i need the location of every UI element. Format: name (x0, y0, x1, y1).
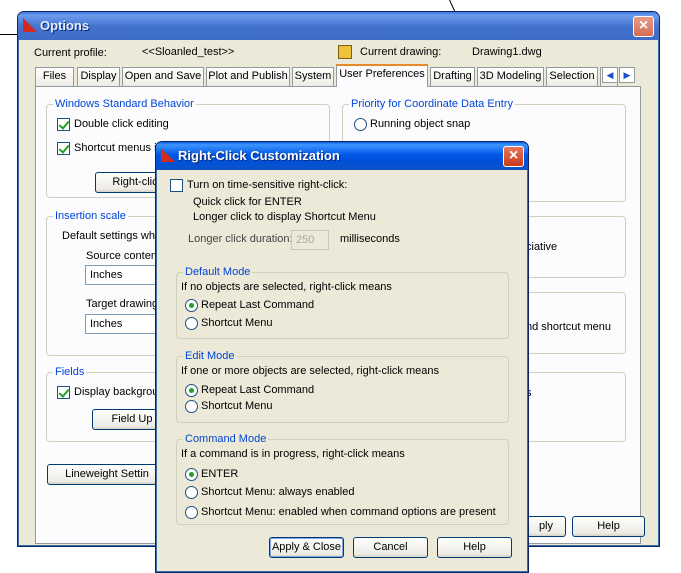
double-click-checkbox[interactable] (57, 118, 70, 131)
rcc-titlebar[interactable]: Right-Click Customization × (156, 142, 528, 170)
command-always-label: Shortcut Menu: always enabled (201, 486, 355, 498)
options-close-button[interactable]: × (633, 16, 654, 37)
autocad-app-icon (161, 148, 175, 162)
tab-3d-modeling[interactable]: 3D Modeling (477, 67, 544, 86)
running-snap-label: Running object snap (370, 118, 471, 130)
edit-mode-title: Edit Mode (183, 350, 237, 362)
display-background-checkbox[interactable] (57, 386, 70, 399)
edit-repeat-radio[interactable] (185, 384, 198, 397)
shortcut-menus-checkbox[interactable] (57, 142, 70, 155)
default-mode-desc: If no objects are selected, right-click … (181, 281, 392, 293)
arrow-right-icon: ▶ (623, 70, 631, 80)
rcc-title: Right-Click Customization (178, 148, 340, 163)
arrow-left-icon: ◀ (606, 70, 614, 80)
shortcut-menu-partial-label: nd shortcut menu (526, 321, 611, 333)
default-repeat-radio[interactable] (185, 299, 198, 312)
rcc-help-button[interactable]: Help (437, 537, 512, 558)
drawing-icon (338, 45, 352, 59)
tab-system[interactable]: System (292, 67, 334, 86)
time-sensitive-checkbox[interactable] (170, 179, 183, 192)
rcc-close-button[interactable]: × (503, 146, 524, 167)
tab-scroll-left-button[interactable]: ◀ (602, 67, 618, 83)
edit-shortcut-radio[interactable] (185, 400, 198, 413)
longer-click-label: Longer click to display Shortcut Menu (193, 211, 376, 223)
edit-shortcut-label: Shortcut Menu (201, 400, 273, 412)
tab-drafting[interactable]: Drafting (430, 67, 475, 86)
apply-close-button[interactable]: Apply & Close (269, 537, 344, 558)
tab-files[interactable]: Files (35, 67, 74, 86)
command-enter-radio[interactable] (185, 468, 198, 481)
tab-display[interactable]: Display (77, 67, 120, 86)
current-profile-label: Current profile: (34, 47, 107, 59)
tab-selection[interactable]: Selection (546, 67, 598, 86)
right-click-customization-dialog: Right-Click Customization × Turn on time… (155, 141, 529, 573)
time-sensitive-label: Turn on time-sensitive right-click: (187, 179, 348, 191)
command-mode-title: Command Mode (183, 433, 269, 445)
duration-input[interactable]: 250 (291, 230, 329, 250)
edit-repeat-label: Repeat Last Command (201, 384, 315, 396)
background-line-top (449, 0, 456, 12)
command-always-radio[interactable] (185, 486, 198, 499)
default-shortcut-radio[interactable] (185, 317, 198, 330)
tab-scroll-right-button[interactable]: ▶ (619, 67, 635, 83)
running-snap-radio[interactable] (354, 118, 367, 131)
display-background-label: Display backgrou (74, 386, 159, 398)
current-drawing-value: Drawing1.dwg (472, 46, 542, 58)
quick-click-label: Quick click for ENTER (193, 196, 302, 208)
current-drawing-label: Current drawing: (360, 46, 442, 58)
duration-unit-label: milliseconds (340, 233, 400, 245)
fields-title: Fields (53, 366, 87, 378)
duration-label: Longer click duration: (188, 233, 293, 245)
tab-user-preferences[interactable]: User Preferences (336, 64, 428, 87)
source-content-label: Source conten (86, 250, 157, 262)
close-icon: × (638, 17, 649, 34)
insertion-scale-title: Insertion scale (53, 210, 128, 222)
windows-standard-title: Windows Standard Behavior (53, 98, 196, 110)
command-options-label: Shortcut Menu: enabled when command opti… (201, 506, 496, 518)
tab-plot-and-publish[interactable]: Plot and Publish (206, 67, 290, 86)
command-options-radio[interactable] (185, 506, 198, 519)
default-shortcut-label: Shortcut Menu (201, 317, 273, 329)
edit-mode-desc: If one or more objects are selected, rig… (181, 365, 440, 377)
close-icon: × (508, 147, 519, 164)
cancel-button[interactable]: Cancel (353, 537, 428, 558)
double-click-label: Double click editing (74, 118, 169, 130)
default-repeat-label: Repeat Last Command (201, 299, 315, 311)
priority-title: Priority for Coordinate Data Entry (349, 98, 516, 110)
command-enter-label: ENTER (201, 468, 239, 480)
tab-open-and-save[interactable]: Open and Save (122, 67, 204, 86)
autocad-app-icon (23, 18, 37, 32)
options-titlebar[interactable]: Options × (18, 12, 659, 40)
options-help-button[interactable]: Help (572, 516, 645, 537)
target-drawing-label: Target drawing (86, 298, 159, 310)
default-settings-label: Default settings whe (62, 230, 162, 242)
associative-partial-label: ciative (526, 241, 558, 253)
command-mode-desc: If a command is in progress, right-click… (181, 448, 405, 460)
default-mode-title: Default Mode (183, 266, 253, 278)
background-line-left (0, 34, 18, 35)
current-profile-value: <<Sloanled_test>> (142, 46, 235, 58)
options-title: Options (40, 18, 90, 33)
shortcut-menus-label: Shortcut menus in (74, 142, 163, 154)
lineweight-settings-button[interactable]: Lineweight Settin (47, 464, 167, 485)
